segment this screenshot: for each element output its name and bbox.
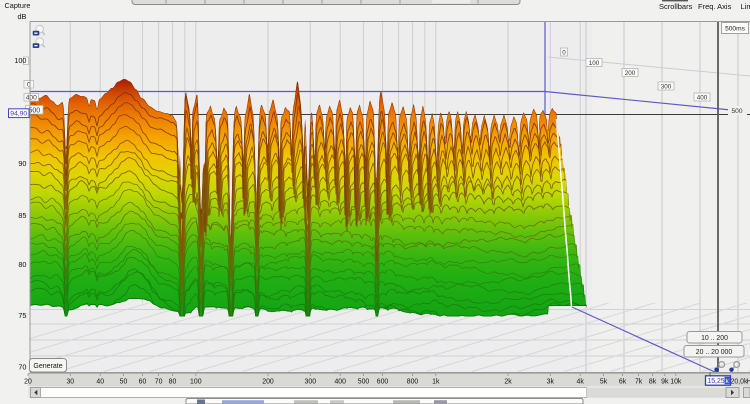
svg-text:3k: 3k <box>547 379 555 386</box>
svg-text:100: 100 <box>190 379 202 386</box>
svg-text:Freq. Axis: Freq. Axis <box>698 2 732 11</box>
svg-text:dB: dB <box>18 12 27 21</box>
svg-text:1k: 1k <box>432 379 440 386</box>
svg-text:Lim: Lim <box>741 2 750 11</box>
svg-text:H: H <box>747 379 750 386</box>
svg-text:15,25: 15,25 <box>707 378 724 385</box>
svg-text:9k: 9k <box>661 379 669 386</box>
svg-text:Capture: Capture <box>5 1 31 10</box>
svg-text:500: 500 <box>358 379 370 386</box>
svg-text:200: 200 <box>262 379 274 386</box>
svg-text:500: 500 <box>731 108 742 115</box>
svg-text:400: 400 <box>334 379 346 386</box>
svg-text:20,0k: 20,0k <box>731 379 748 386</box>
svg-text:4k: 4k <box>577 379 585 386</box>
svg-text:200: 200 <box>625 70 636 77</box>
svg-text:500ms: 500ms <box>725 26 745 33</box>
svg-text:80: 80 <box>169 379 177 386</box>
svg-text:50: 50 <box>120 379 128 386</box>
svg-text:90: 90 <box>18 159 26 168</box>
svg-text:300: 300 <box>661 84 672 91</box>
svg-text:80: 80 <box>18 260 26 269</box>
svg-text:600: 600 <box>377 379 389 386</box>
svg-text:Scrollbars: Scrollbars <box>659 2 693 11</box>
svg-text:Generate: Generate <box>33 363 62 370</box>
svg-text:0: 0 <box>562 50 566 57</box>
svg-text:300: 300 <box>305 379 317 386</box>
svg-text:70: 70 <box>18 363 26 372</box>
svg-text:40: 40 <box>96 379 104 386</box>
svg-text:20 .. 20 000: 20 .. 20 000 <box>696 349 733 356</box>
svg-text:6k: 6k <box>619 379 627 386</box>
svg-text:70: 70 <box>155 379 163 386</box>
svg-text:400: 400 <box>697 95 708 102</box>
svg-text:8k: 8k <box>649 379 657 386</box>
svg-text:2k: 2k <box>504 379 512 386</box>
svg-text:100: 100 <box>14 56 26 65</box>
svg-text:10 .. 200: 10 .. 200 <box>701 335 728 342</box>
svg-text:20: 20 <box>24 379 32 386</box>
svg-text:800: 800 <box>407 379 419 386</box>
svg-text:10k: 10k <box>670 379 682 386</box>
svg-text:94,90: 94,90 <box>10 111 27 118</box>
svg-text:400: 400 <box>26 95 37 102</box>
svg-text:60: 60 <box>139 379 147 386</box>
svg-text:85: 85 <box>18 211 26 220</box>
svg-text:5k: 5k <box>600 379 608 386</box>
svg-text:100: 100 <box>589 60 600 67</box>
svg-text:30: 30 <box>66 379 74 386</box>
svg-text:75: 75 <box>18 311 26 320</box>
svg-text:7k: 7k <box>635 379 643 386</box>
